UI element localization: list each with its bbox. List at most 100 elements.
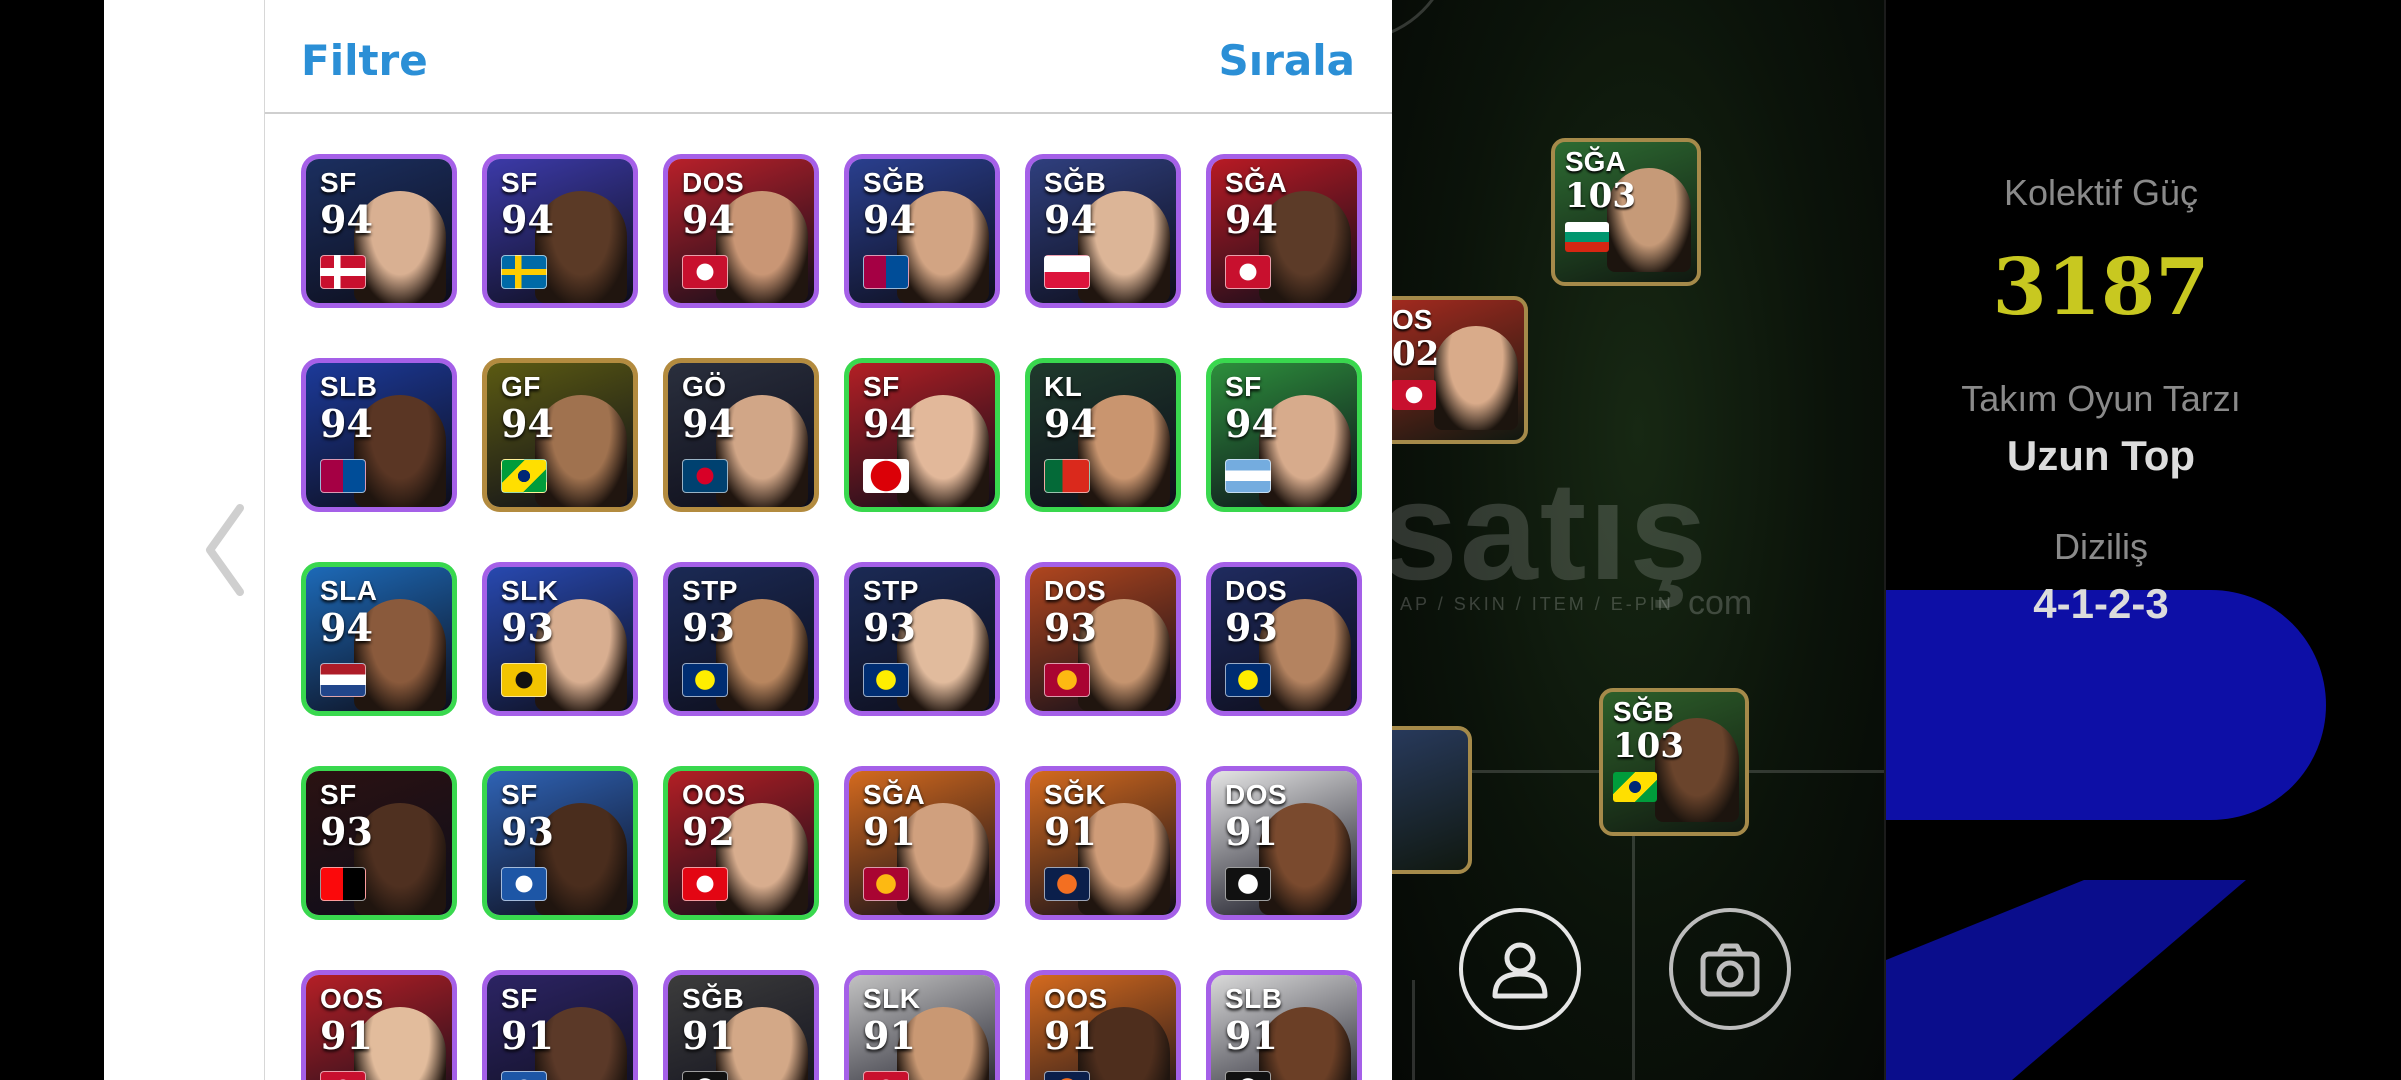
player-rating: 94	[320, 605, 373, 650]
kolektif-value: 3187	[1992, 242, 2210, 333]
player-position: SLA	[320, 575, 378, 606]
player-rating: 02	[1392, 334, 1440, 374]
camera-button[interactable]	[1669, 908, 1791, 1030]
player-position: SF	[863, 371, 900, 402]
chevron-left-icon[interactable]	[200, 500, 250, 600]
player-position: SLK	[863, 983, 921, 1014]
player-position: SĞB	[1613, 696, 1674, 727]
field-player-card[interactable]: SĞB 103	[1599, 688, 1749, 836]
player-position: SF	[320, 779, 357, 810]
player-portrait	[1434, 326, 1518, 430]
flag-icon	[1044, 867, 1090, 901]
player-card[interactable]: SF 91	[482, 970, 638, 1080]
field-player-card[interactable]: OS 02	[1392, 296, 1528, 444]
player-card[interactable]: SĞB 94	[1025, 154, 1181, 308]
center-circle-arc	[1392, 0, 1434, 34]
flag-icon	[320, 459, 366, 493]
player-card[interactable]: SF 93	[301, 766, 457, 920]
play-style-value: Uzun Top	[2006, 432, 2196, 479]
flag-icon	[863, 255, 909, 289]
player-card[interactable]: SĞA 94	[1206, 154, 1362, 308]
player-position: SF	[1225, 371, 1262, 402]
formation-value: 4-1-2-3	[2033, 580, 2169, 627]
player-card[interactable]: OOS 91	[1025, 970, 1181, 1080]
flag-icon	[320, 1071, 366, 1080]
player-card[interactable]: STP 93	[844, 562, 1000, 716]
player-rating: 93	[320, 809, 373, 854]
player-position: GF	[501, 371, 541, 402]
flag-icon	[320, 867, 366, 901]
player-position: GÖ	[682, 371, 727, 402]
player-card[interactable]: GÖ 94	[663, 358, 819, 512]
player-card[interactable]: SF 94	[482, 154, 638, 308]
watermark-subtext: AP / SKIN / ITEM / E-PIN	[1400, 594, 1674, 614]
flag-icon	[501, 663, 547, 697]
player-card[interactable]: SLB 94	[301, 358, 457, 512]
player-rating: 94	[863, 197, 916, 242]
player-position: KL	[1044, 371, 1083, 402]
player-card[interactable]: SF 93	[482, 766, 638, 920]
player-card[interactable]: SLA 94	[301, 562, 457, 716]
field-player-card[interactable]: SĞA 103	[1551, 138, 1701, 286]
player-rating: 91	[1044, 809, 1097, 854]
player-card[interactable]: DOS 93	[1025, 562, 1181, 716]
player-rating: 94	[682, 197, 735, 242]
player-card[interactable]: KL 94	[1025, 358, 1181, 512]
player-card[interactable]: SLK 91	[844, 970, 1000, 1080]
flag-icon	[863, 663, 909, 697]
player-rating: 91	[863, 1013, 916, 1058]
player-position: SĞB	[863, 167, 926, 198]
field-player-card[interactable]	[1392, 726, 1472, 874]
player-rating: 91	[501, 1013, 554, 1058]
player-card[interactable]: SF 94	[844, 358, 1000, 512]
player-card[interactable]: OOS 92	[663, 766, 819, 920]
player-rating: 93	[863, 605, 916, 650]
player-rating: 94	[320, 197, 373, 242]
player-position: SF	[501, 167, 538, 198]
filter-button[interactable]: Filtre	[301, 36, 428, 85]
player-list-panel: Filtre Sırala SF 94 SF 94 DOS 94 SĞB 94 SĞB 94 SĞA…	[264, 0, 1392, 1080]
flag-icon	[1613, 772, 1657, 802]
player-rating: 91	[1225, 1013, 1278, 1058]
player-rating: 91	[863, 809, 916, 854]
player-card[interactable]: SĞB 94	[844, 154, 1000, 308]
flag-icon	[682, 867, 728, 901]
flag-icon	[863, 1071, 909, 1080]
flag-icon	[320, 255, 366, 289]
player-card[interactable]: SF 94	[301, 154, 457, 308]
list-header: Filtre Sırala	[265, 0, 1392, 114]
player-rating: 94	[1044, 401, 1097, 446]
player-rating: 94	[682, 401, 735, 446]
player-card[interactable]: DOS 91	[1206, 766, 1362, 920]
player-card[interactable]: SLK 93	[482, 562, 638, 716]
player-position: DOS	[1044, 575, 1107, 606]
flag-icon	[1565, 222, 1609, 252]
player-card[interactable]: GF 94	[482, 358, 638, 512]
profile-button[interactable]	[1459, 908, 1581, 1030]
flag-icon	[501, 459, 547, 493]
player-position: OOS	[682, 779, 746, 810]
player-rating: 93	[1044, 605, 1097, 650]
flag-icon	[1225, 459, 1271, 493]
flag-icon	[682, 459, 728, 493]
player-rating: 94	[863, 401, 916, 446]
flag-icon	[1044, 663, 1090, 697]
player-card[interactable]: SĞA 91	[844, 766, 1000, 920]
player-card[interactable]: DOS 93	[1206, 562, 1362, 716]
player-card[interactable]: SĞK 91	[1025, 766, 1181, 920]
player-rating: 92	[682, 809, 735, 854]
flag-icon	[501, 1071, 547, 1080]
player-rating: 94	[1044, 197, 1097, 242]
player-card[interactable]: DOS 94	[663, 154, 819, 308]
player-card[interactable]: SLB 91	[1206, 970, 1362, 1080]
flag-icon	[863, 459, 909, 493]
player-card[interactable]: OOS 91	[301, 970, 457, 1080]
player-position: STP	[863, 575, 919, 606]
flag-icon	[1392, 380, 1436, 410]
player-card[interactable]: STP 93	[663, 562, 819, 716]
player-rating: 94	[1225, 197, 1278, 242]
flag-icon	[501, 867, 547, 901]
sort-button[interactable]: Sırala	[1219, 36, 1355, 85]
player-card[interactable]: SĞB 91	[663, 970, 819, 1080]
player-card[interactable]: SF 94	[1206, 358, 1362, 512]
